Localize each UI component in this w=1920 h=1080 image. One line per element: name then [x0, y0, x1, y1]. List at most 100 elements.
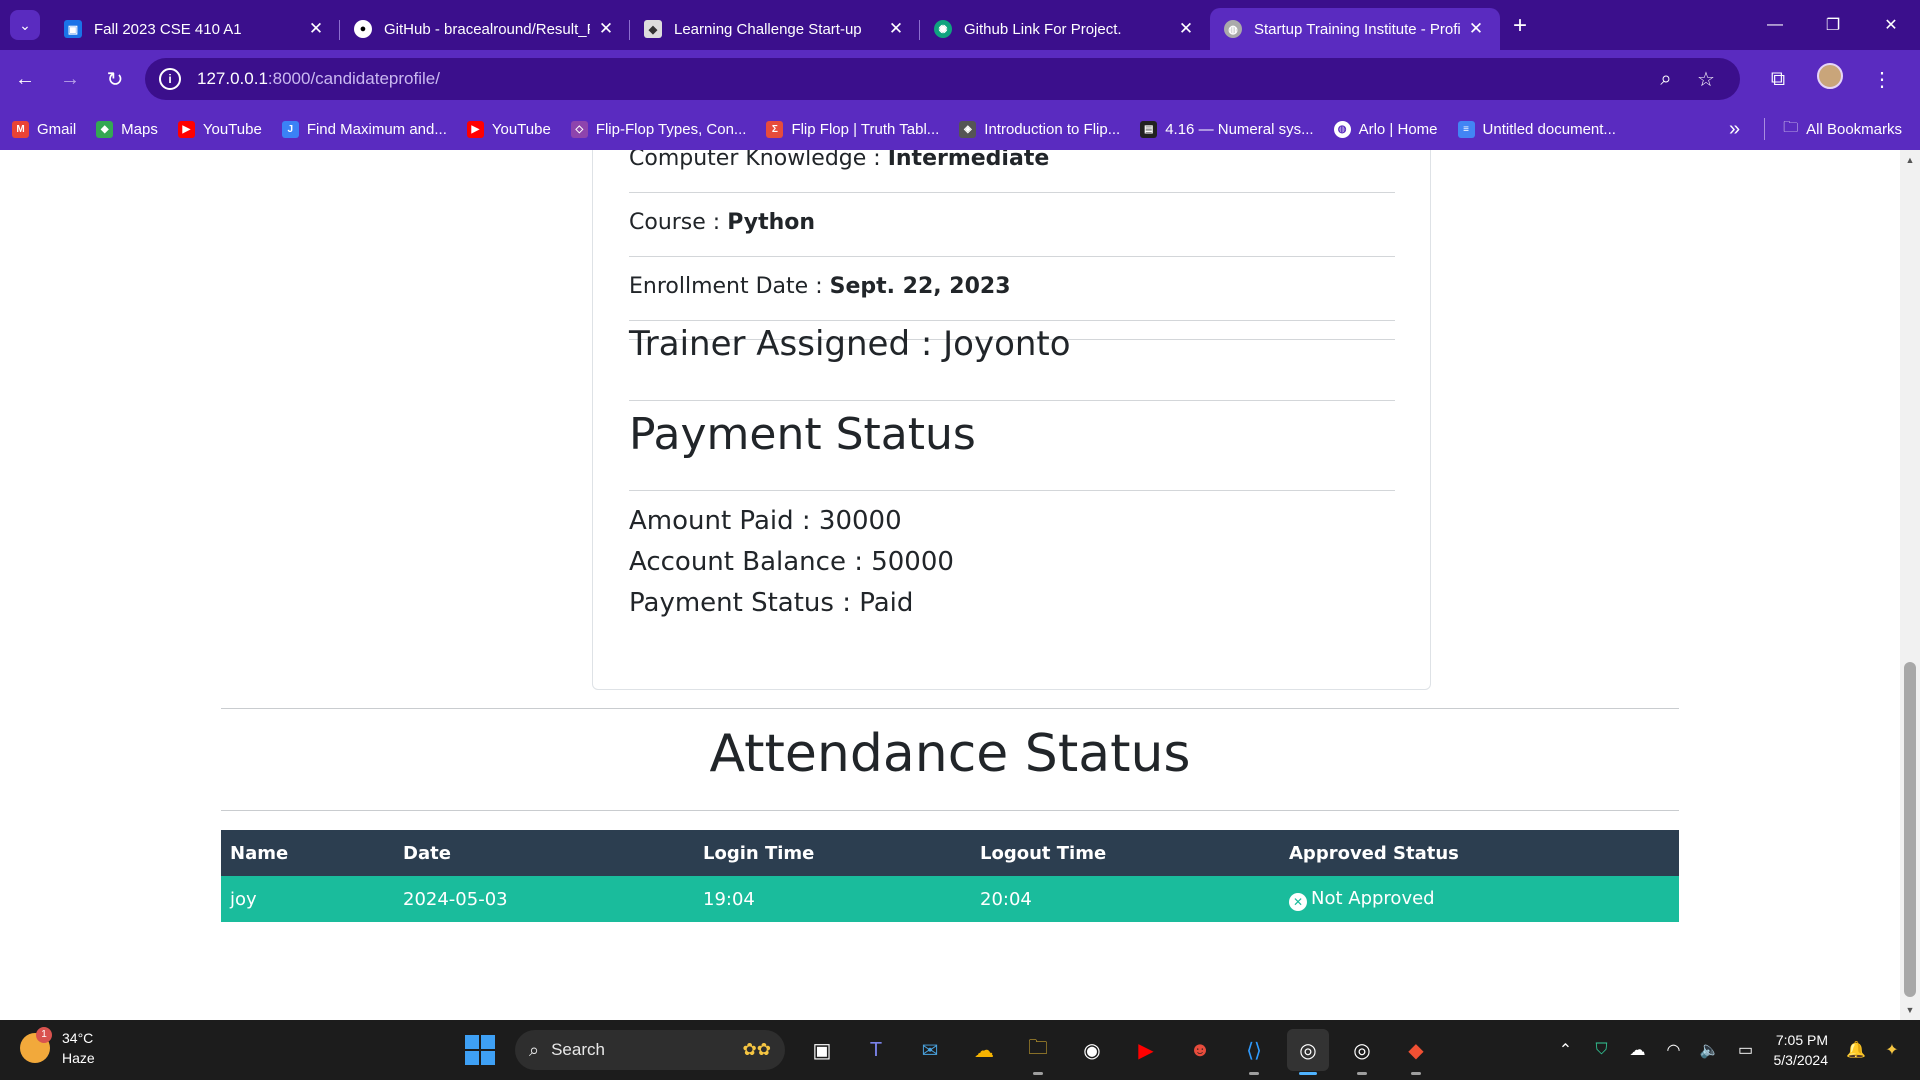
mail-icon[interactable]: ✉: [909, 1029, 951, 1071]
wifi-icon[interactable]: ◠: [1658, 1040, 1690, 1060]
taskbar-search[interactable]: ⌕ Search ✿✿: [515, 1030, 785, 1070]
scroll-down-icon[interactable]: ▼: [1900, 1002, 1920, 1018]
col-login-time: Login Time: [694, 830, 971, 876]
bookmark-icon: J: [281, 120, 299, 138]
bookmark-flipflop-types[interactable]: ◇ Flip-Flop Types, Con...: [570, 120, 746, 138]
profile-button[interactable]: [1804, 63, 1856, 95]
bookmark-numeral[interactable]: ▤ 4.16 — Numeral sys...: [1140, 120, 1314, 138]
tab-title: Startup Training Institute - Profi: [1254, 20, 1460, 38]
battery-icon[interactable]: ▭: [1730, 1040, 1762, 1060]
close-icon[interactable]: ✕: [1466, 19, 1486, 39]
bell-icon[interactable]: 🔔: [1840, 1040, 1872, 1060]
tab-search-button[interactable]: ⌄: [10, 10, 40, 40]
enrollment-row: Enrollment Date : Sept. 22, 2023: [629, 274, 1395, 299]
close-window-button[interactable]: ✕: [1862, 0, 1920, 50]
tab-3[interactable]: ✺ Github Link For Project. ✕: [920, 8, 1210, 50]
bookmark-gmail[interactable]: M Gmail: [12, 120, 77, 138]
bookmark-intro-flip[interactable]: ◈ Introduction to Flip...: [959, 120, 1120, 138]
new-tab-button[interactable]: +: [1500, 12, 1540, 40]
reload-button[interactable]: ↻: [95, 59, 135, 99]
git-icon[interactable]: ◆: [1395, 1029, 1437, 1075]
teams-icon[interactable]: T: [855, 1029, 897, 1071]
bookmark-label: Gmail: [37, 120, 77, 138]
copilot-icon[interactable]: ✦: [1876, 1040, 1908, 1060]
address-bar[interactable]: i 127.0.0.1:8000/candidateprofile/ ⌕ ☆: [145, 58, 1740, 100]
col-date: Date: [394, 830, 694, 876]
tab-4-active[interactable]: ◍ Startup Training Institute - Profi ✕: [1210, 8, 1500, 50]
bookmark-youtube[interactable]: ▶ YouTube: [177, 120, 262, 138]
tab-strip: ⌄ ▣ Fall 2023 CSE 410 A1 ✕ ● GitHub - br…: [0, 0, 1920, 50]
restore-button[interactable]: ❐: [1804, 0, 1862, 50]
zoom-icon[interactable]: ⌕: [1646, 68, 1686, 91]
all-bookmarks-button[interactable]: 🗀 All Bookmarks: [1783, 117, 1902, 142]
defender-icon[interactable]: ⛉: [1586, 1041, 1618, 1059]
gmail-icon: M: [12, 120, 29, 138]
close-icon[interactable]: ✕: [886, 19, 906, 39]
bookmark-arlo[interactable]: ◍ Arlo | Home: [1333, 120, 1438, 138]
bookmark-flipflop-truth[interactable]: Σ Flip Flop | Truth Tabl...: [766, 120, 939, 138]
maps-icon: ◆: [96, 120, 114, 138]
clock[interactable]: 7:05 PM 5/3/2024: [1774, 1030, 1829, 1070]
weather-widget[interactable]: 1 34°C Haze: [20, 1027, 95, 1068]
bookmark-maps[interactable]: ◆ Maps: [96, 120, 158, 138]
windows-start-icon[interactable]: [465, 1035, 495, 1065]
taskbar-apps: ⌕ Search ✿✿ ▣ T ✉ ☁ 🗀 ◉ ▶ ☻ ⟨⟩ ◎ ◎ ◆: [465, 1029, 1443, 1075]
bookmark-label: YouTube: [202, 120, 262, 138]
bookmark-find-maximum[interactable]: J Find Maximum and...: [281, 120, 447, 138]
field-label: Course :: [629, 210, 721, 235]
tab-title: Fall 2023 CSE 410 A1: [94, 20, 242, 38]
minimize-button[interactable]: —: [1746, 0, 1804, 50]
divider: [221, 810, 1679, 811]
taskbar: 1 34°C Haze ⌕ Search ✿✿ ▣ T ✉ ☁ 🗀 ◉ ▶ ☻ ⟨⟩…: [0, 1020, 1920, 1080]
divider: [629, 400, 1395, 401]
close-icon[interactable]: ✕: [596, 19, 616, 39]
cloud-icon[interactable]: ☁: [1622, 1040, 1654, 1060]
close-icon[interactable]: ✕: [1176, 19, 1196, 39]
scroll-thumb[interactable]: [1904, 662, 1916, 997]
payment-heading: Payment Status: [629, 409, 976, 460]
task-view-icon[interactable]: ▣: [801, 1029, 843, 1071]
volume-icon[interactable]: 🔈: [1694, 1040, 1726, 1060]
x-circle-icon: ✕: [1289, 892, 1307, 911]
chevron-up-icon[interactable]: ⌃: [1550, 1040, 1582, 1060]
divider: [221, 708, 1679, 709]
scroll-up-icon[interactable]: ▲: [1900, 152, 1920, 168]
chevron-double-right-icon[interactable]: »: [1729, 118, 1740, 141]
tab-0[interactable]: ▣ Fall 2023 CSE 410 A1 ✕: [50, 8, 340, 50]
course-row: Course : Python: [629, 210, 1395, 235]
tab-1[interactable]: ● GitHub - bracealround/Result_P ✕: [340, 8, 630, 50]
field-value: Sept. 22, 2023: [829, 274, 1011, 299]
file-explorer-icon[interactable]: 🗀: [1017, 1029, 1059, 1075]
weather-desc: Haze: [62, 1050, 95, 1066]
close-icon[interactable]: ✕: [306, 19, 326, 39]
bookmark-youtube-2[interactable]: ▶ YouTube: [466, 120, 551, 138]
youtube-icon: ▶: [466, 120, 484, 138]
chrome-icon[interactable]: ◎: [1341, 1029, 1383, 1075]
page-scrollbar[interactable]: ▲ ▼: [1900, 150, 1920, 1020]
bookmark-label: YouTube: [491, 120, 551, 138]
bookmark-untitled-doc[interactable]: ≡ Untitled document...: [1457, 120, 1616, 138]
field-value: Intermediate: [887, 150, 1050, 171]
col-approved-status: Approved Status: [1280, 830, 1679, 876]
vscode-icon[interactable]: ⟨⟩: [1233, 1029, 1275, 1075]
game-icon[interactable]: ☻: [1179, 1029, 1221, 1071]
forward-button[interactable]: →: [50, 59, 90, 99]
menu-kebab-icon[interactable]: ⋮: [1856, 67, 1908, 92]
youtube-app-icon[interactable]: ▶: [1125, 1029, 1167, 1071]
payment-status: Payment Status : Paid: [629, 588, 914, 618]
chrome-active-icon[interactable]: ◎: [1287, 1029, 1329, 1075]
status-text: Not Approved: [1311, 887, 1435, 909]
site-info-icon[interactable]: i: [159, 68, 181, 90]
star-icon[interactable]: ☆: [1686, 67, 1726, 92]
extensions-icon[interactable]: ⧉: [1752, 68, 1804, 91]
github-icon: ●: [354, 20, 372, 38]
divider: [629, 490, 1395, 491]
weather-app-icon[interactable]: ☁: [963, 1029, 1005, 1071]
tab-2[interactable]: ◆ Learning Challenge Start-up ✕: [630, 8, 920, 50]
folder-icon: 🗀: [1783, 118, 1799, 136]
back-button[interactable]: ←: [5, 59, 45, 99]
system-tray: ⌃ ⛉ ☁ ◠ 🔈 ▭ 7:05 PM 5/3/2024 🔔 ✦: [1548, 1020, 1920, 1080]
obs-icon[interactable]: ◉: [1071, 1029, 1113, 1071]
close-icon: ✕: [1884, 17, 1898, 34]
arrow-right-icon: →: [60, 67, 80, 90]
